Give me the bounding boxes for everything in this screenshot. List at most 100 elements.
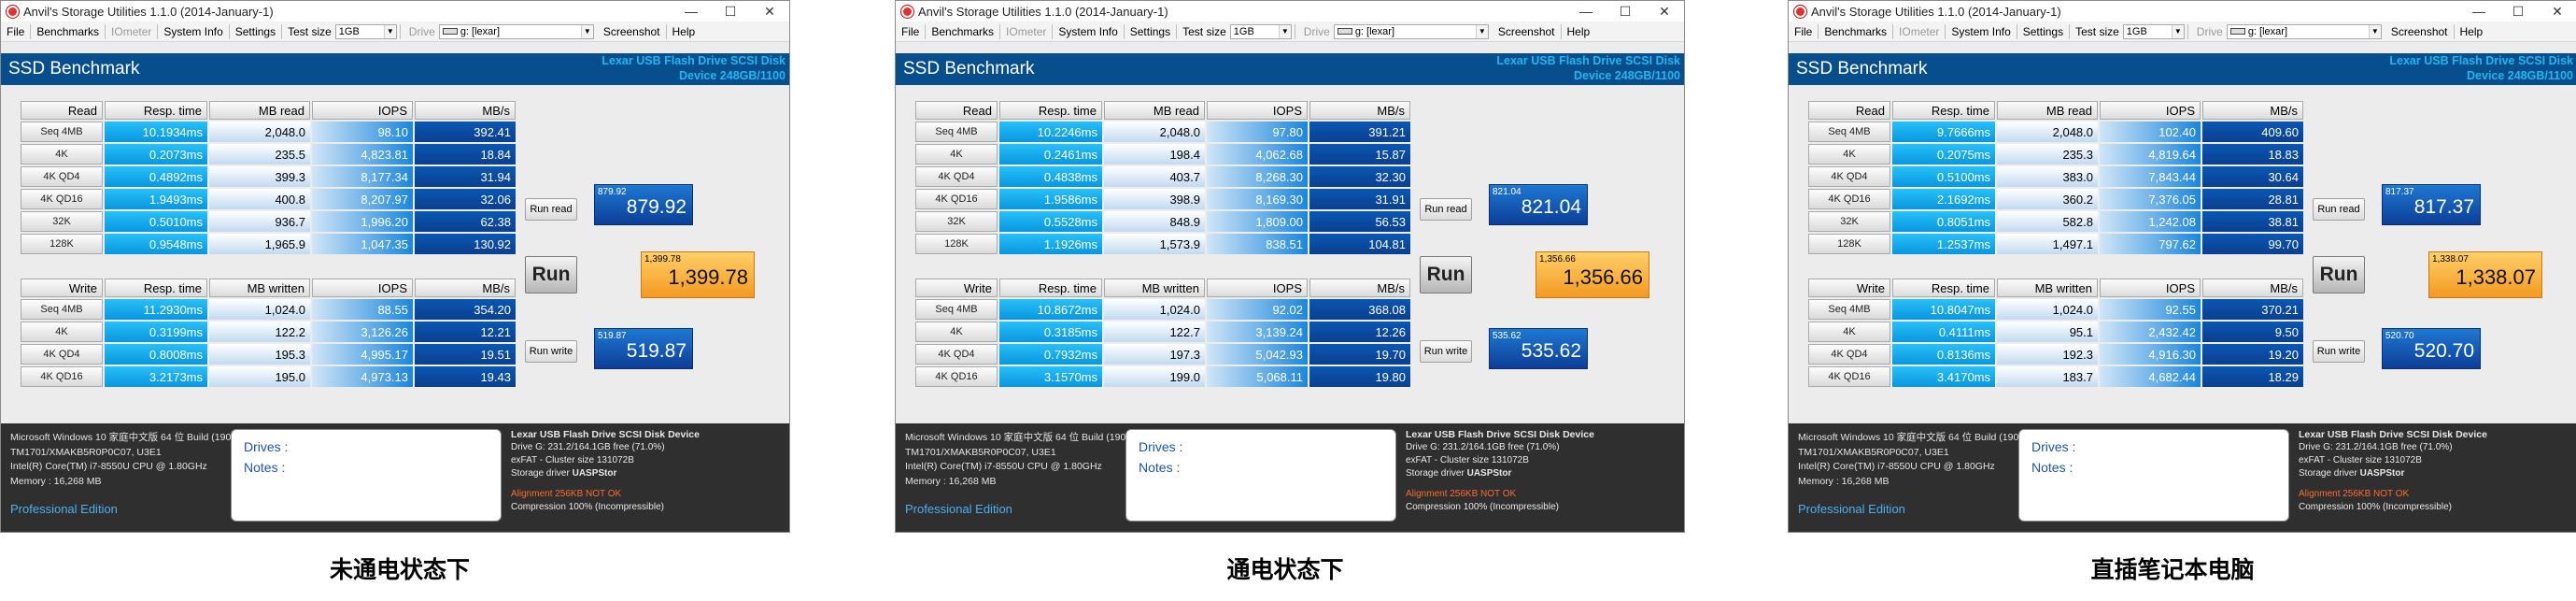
maximize-icon[interactable]: ☐ [711, 1, 750, 21]
menu-file[interactable]: File [1789, 23, 1819, 39]
read-row-label[interactable]: 128K [1808, 234, 1890, 254]
maximize-icon[interactable]: ☐ [2498, 1, 2538, 21]
menu-benchmarks[interactable]: Benchmarks [1819, 23, 1894, 39]
read-row-label[interactable]: 4K [915, 144, 998, 165]
read-row-label[interactable]: 4K [1808, 144, 1890, 165]
notes-box[interactable]: Drives : Notes : [231, 429, 502, 522]
write-row-label[interactable]: Seq 4MB [1808, 299, 1890, 320]
read-row-label[interactable]: 4K [21, 144, 103, 165]
menu-benchmarks[interactable]: Benchmarks [31, 23, 106, 39]
read-row-label[interactable]: 32K [21, 211, 103, 232]
run-write-button[interactable]: Run write [525, 340, 577, 363]
menu-file[interactable]: File [1, 23, 32, 39]
resp-time-cell: 0.4111ms [1892, 322, 1995, 342]
menu-screenshot[interactable]: Screenshot [1493, 23, 1562, 39]
drive-label: Drive [2196, 24, 2223, 38]
write-row-label[interactable]: 4K QD4 [1808, 344, 1890, 365]
menu-settings[interactable]: Settings [230, 23, 283, 39]
mb-read-cell: 1,497.1 [1997, 234, 2098, 254]
close-icon[interactable]: ✕ [1645, 1, 1684, 21]
menu-iometer[interactable]: IOmeter [1893, 23, 1946, 39]
menu-help[interactable]: Help [2455, 24, 2489, 39]
read-row-label[interactable]: 4K QD16 [21, 189, 103, 209]
write-row-label[interactable]: Seq 4MB [915, 299, 998, 320]
close-icon[interactable]: ✕ [2538, 1, 2576, 21]
table-row: 4K QD4 0.4892ms 399.3 8,177.34 31.94 [21, 166, 516, 187]
menu-system-info[interactable]: System Info [158, 23, 230, 39]
read-row-label[interactable]: Seq 4MB [1808, 122, 1890, 142]
resp-time-cell: 0.4892ms [105, 166, 207, 187]
menu-help[interactable]: Help [1562, 24, 1596, 39]
resp-time-cell: 0.8136ms [1892, 344, 1995, 365]
write-row-label[interactable]: 4K QD16 [915, 366, 998, 387]
read-row-label[interactable]: 128K [21, 234, 103, 254]
write-row-label[interactable]: 4K QD4 [915, 344, 998, 365]
minimize-icon[interactable]: — [1566, 1, 1606, 21]
minimize-icon[interactable]: — [672, 1, 711, 21]
chevron-down-icon: ▼ [580, 24, 593, 38]
table-row: 4K QD4 0.5100ms 383.0 7,843.44 30.64 [1808, 166, 2303, 187]
mb-read-cell: 2,048.0 [1997, 122, 2098, 142]
read-row-label[interactable]: 32K [1808, 211, 1890, 232]
run-read-button[interactable]: Run read [525, 198, 577, 221]
run-button[interactable]: Run [525, 256, 577, 293]
notes-box[interactable]: Drives : Notes : [2018, 429, 2289, 522]
write-row-label[interactable]: 4K [21, 322, 103, 342]
menu-system-info[interactable]: System Info [1053, 23, 1125, 39]
minimize-icon[interactable]: — [2459, 1, 2498, 21]
read-row-label[interactable]: 4K QD16 [915, 189, 998, 209]
write-row-label[interactable]: Seq 4MB [21, 299, 103, 320]
drive-select[interactable]: g: [lexar] ▼ [438, 23, 594, 39]
test-size-select[interactable]: 1GB ▼ [334, 23, 397, 39]
write-row-label[interactable]: 4K [1808, 322, 1890, 342]
run-write-button[interactable]: Run write [2313, 340, 2365, 363]
menu-benchmarks[interactable]: Benchmarks [926, 23, 1001, 39]
maximize-icon[interactable]: ☐ [1606, 1, 1645, 21]
read-row-label[interactable]: 4K QD4 [915, 166, 998, 187]
read-score: 879.92 [626, 196, 686, 218]
drive-select[interactable]: g: [lexar] ▼ [2226, 23, 2382, 39]
run-button[interactable]: Run [2313, 256, 2365, 293]
storage-driver: UASPStor [572, 468, 617, 479]
read-row-label[interactable]: Seq 4MB [915, 122, 998, 142]
read-header-row: Read Resp. time MB read IOPS MB/s [1808, 101, 2303, 120]
menu-file[interactable]: File [896, 23, 927, 39]
cpu-info: Intel(R) Core(TM) i7-8550U CPU @ 1.80GHz [10, 461, 207, 472]
menu-screenshot[interactable]: Screenshot [2385, 23, 2455, 39]
write-row-label[interactable]: 4K QD16 [21, 366, 103, 387]
menu-screenshot[interactable]: Screenshot [598, 23, 667, 39]
run-button[interactable]: Run [1420, 256, 1472, 293]
resp-time-cell: 0.5100ms [1892, 166, 1995, 187]
read-row-label[interactable]: 32K [915, 211, 998, 232]
write-row-label[interactable]: 4K [915, 322, 998, 342]
test-size-select[interactable]: 1GB ▼ [2122, 23, 2185, 39]
iops-cell: 7,843.44 [2100, 166, 2201, 187]
menu-system-info[interactable]: System Info [1946, 23, 2017, 39]
read-row-label[interactable]: 128K [915, 234, 998, 254]
read-col-header: MB/s [1309, 101, 1410, 120]
read-row-label[interactable]: 4K QD4 [1808, 166, 1890, 187]
run-write-button[interactable]: Run write [1420, 340, 1472, 363]
write-col-header: MB/s [2202, 279, 2303, 297]
test-size-select[interactable]: 1GB ▼ [1229, 23, 1292, 39]
resp-time-cell: 11.2930ms [105, 299, 207, 320]
mb-written-cell: 195.0 [209, 366, 310, 387]
read-row-label[interactable]: 4K QD16 [1808, 189, 1890, 209]
write-row-label[interactable]: 4K QD4 [21, 344, 103, 365]
write-row-label[interactable]: 4K QD16 [1808, 366, 1890, 387]
menu-settings[interactable]: Settings [2017, 23, 2071, 39]
menu-iometer[interactable]: IOmeter [106, 23, 159, 39]
menu-settings[interactable]: Settings [1125, 23, 1178, 39]
notes-box[interactable]: Drives : Notes : [1125, 429, 1396, 522]
run-read-button[interactable]: Run read [2313, 198, 2365, 221]
table-row: 4K 0.2461ms 198.4 4,062.68 15.87 [915, 144, 1410, 165]
menu-iometer[interactable]: IOmeter [1000, 23, 1054, 39]
read-row-label[interactable]: 4K QD4 [21, 166, 103, 187]
read-row-label[interactable]: Seq 4MB [21, 122, 103, 142]
close-icon[interactable]: ✕ [750, 1, 789, 21]
write-results-table: Write Resp. time MB written IOPS MB/s Se… [1806, 277, 2305, 389]
menu-help[interactable]: Help [667, 24, 701, 39]
window-title: Anvil's Storage Utilities 1.1.0 (2014-Ja… [1811, 4, 2061, 19]
run-read-button[interactable]: Run read [1420, 198, 1472, 221]
drive-select[interactable]: g: [lexar] ▼ [1333, 23, 1489, 39]
